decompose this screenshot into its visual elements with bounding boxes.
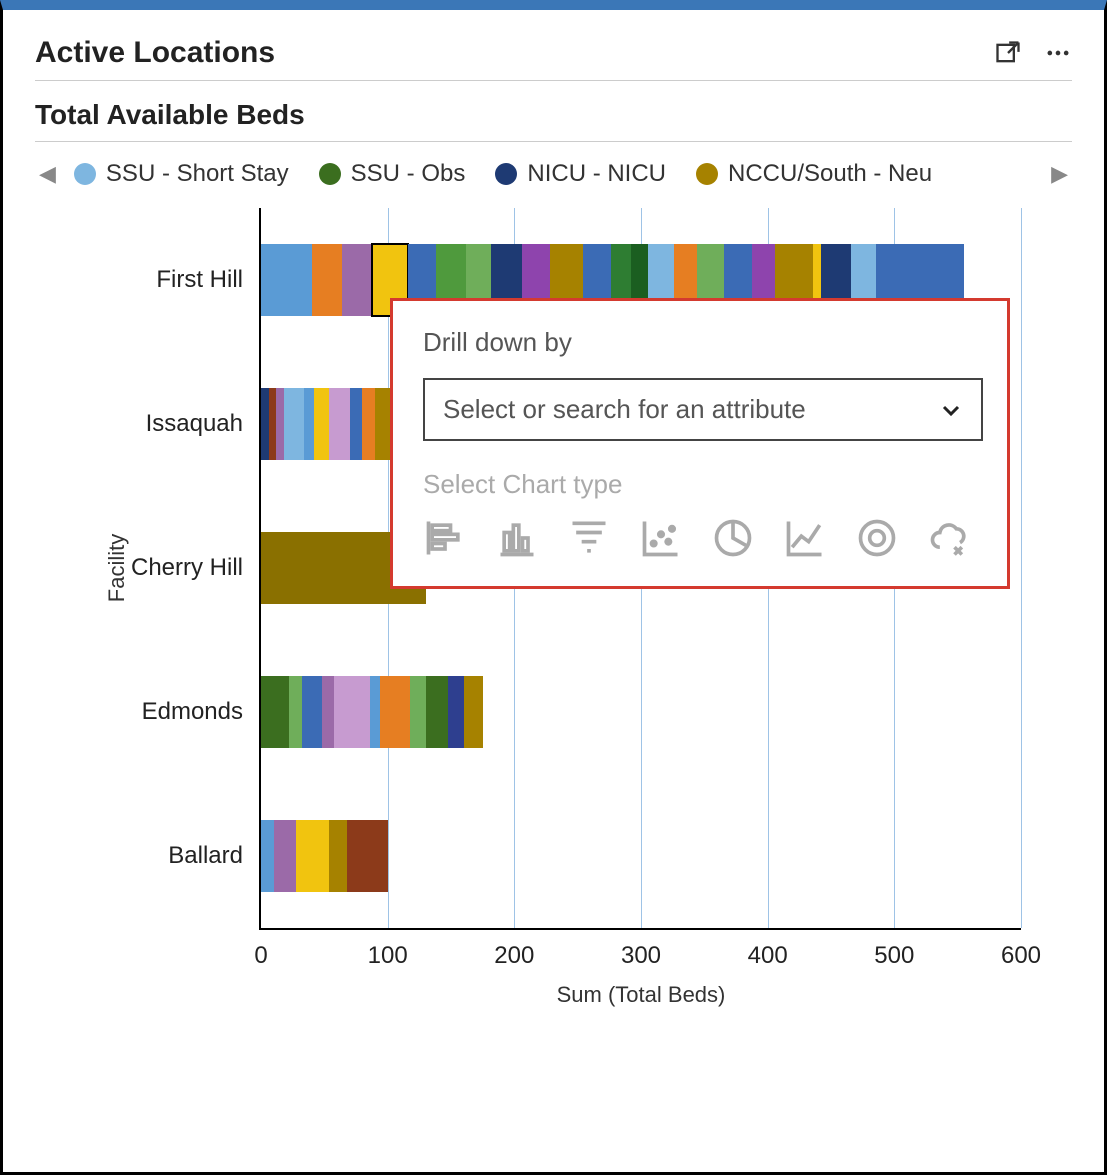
x-tick-label: 400 [748, 928, 788, 970]
pie-chart-icon[interactable] [711, 516, 755, 560]
gridline [1021, 208, 1022, 928]
bar-segment[interactable] [347, 820, 388, 892]
bar-segment[interactable] [261, 820, 274, 892]
x-axis-title: Sum (Total Beds) [557, 982, 726, 1008]
bar-segment[interactable] [296, 820, 329, 892]
bar-segment[interactable] [426, 676, 449, 748]
drill-down-popover: Drill down by Select or search for an at… [390, 298, 1010, 589]
chevron-down-icon [939, 398, 963, 422]
x-tick-label: 500 [874, 928, 914, 970]
legend-label: NICU - NICU [527, 160, 666, 188]
bar-segment[interactable] [304, 388, 314, 460]
attribute-select[interactable]: Select or search for an attribute [423, 378, 983, 441]
legend: ◀ SSU - Short Stay SSU - Obs NICU - NICU NC… [35, 150, 1072, 194]
bar-segment[interactable] [329, 388, 349, 460]
vertical-bar-chart-icon[interactable] [495, 516, 539, 560]
chart-area: Facility Sum (Total Beds) 01002003004005… [35, 208, 1072, 930]
bar-segment[interactable] [410, 676, 425, 748]
popover-title: Drill down by [423, 327, 977, 358]
bar-segment[interactable] [289, 676, 302, 748]
dashboard-card: Active Locations Total Available Beds ◀ … [0, 0, 1107, 1175]
stacked-bar[interactable] [261, 820, 388, 892]
bar-segment[interactable] [464, 676, 483, 748]
more-options-icon[interactable] [1044, 39, 1072, 67]
bar-segment[interactable] [350, 388, 363, 460]
bar-segment[interactable] [342, 244, 372, 316]
card-title: Active Locations [35, 36, 275, 70]
stacked-bar[interactable] [261, 676, 483, 748]
legend-item[interactable]: NICU - NICU [495, 160, 666, 188]
bar-segment[interactable] [302, 676, 322, 748]
line-chart-icon[interactable] [783, 516, 827, 560]
bar-segment[interactable] [261, 676, 289, 748]
y-tick-label: Cherry Hill [131, 554, 261, 582]
legend-item[interactable]: SSU - Short Stay [74, 160, 289, 188]
bar-segment[interactable] [312, 244, 342, 316]
chart-type-picker [423, 516, 977, 560]
legend-item[interactable]: NCCU/South - Neu [696, 160, 932, 188]
x-tick-label: 200 [494, 928, 534, 970]
y-tick-label: Ballard [168, 842, 261, 870]
donut-chart-icon[interactable] [855, 516, 899, 560]
legend-label: NCCU/South - Neu [728, 160, 932, 188]
bar-segment[interactable] [370, 676, 380, 748]
y-tick-label: Edmonds [142, 698, 261, 726]
card-header: Active Locations [35, 36, 1072, 81]
x-tick-label: 0 [254, 928, 267, 970]
attribute-select-placeholder: Select or search for an attribute [443, 394, 806, 425]
legend-item[interactable]: SSU - Obs [319, 160, 466, 188]
bar-segment[interactable] [284, 388, 304, 460]
y-axis-title: Facility [104, 534, 130, 602]
bar-segment[interactable] [261, 244, 312, 316]
funnel-chart-icon[interactable] [567, 516, 611, 560]
x-tick-label: 100 [368, 928, 408, 970]
bar-segment[interactable] [334, 676, 369, 748]
bar-segment[interactable] [362, 388, 375, 460]
horizontal-bar-chart-icon[interactable] [423, 516, 467, 560]
y-tick-label: Issaquah [146, 410, 261, 438]
bar-segment[interactable] [274, 820, 297, 892]
y-tick-label: First Hill [156, 266, 261, 294]
pop-out-icon[interactable] [994, 39, 1022, 67]
chart-title: Total Available Beds [35, 99, 1072, 142]
legend-label: SSU - Short Stay [106, 160, 289, 188]
bar-segment[interactable] [314, 388, 329, 460]
x-tick-label: 300 [621, 928, 661, 970]
scatter-chart-icon[interactable] [639, 516, 683, 560]
x-tick-label: 600 [1001, 928, 1041, 970]
word-cloud-chart-icon[interactable] [927, 516, 971, 560]
legend-swatch [74, 163, 96, 185]
bar-segment[interactable] [261, 388, 269, 460]
bar-segment[interactable] [322, 676, 335, 748]
bar-segment[interactable] [380, 676, 410, 748]
legend-swatch [495, 163, 517, 185]
bar-segment[interactable] [329, 820, 347, 892]
bar-segment[interactable] [276, 388, 284, 460]
legend-swatch [319, 163, 341, 185]
legend-swatch [696, 163, 718, 185]
legend-scroll-right-icon[interactable]: ▶ [1047, 161, 1072, 187]
bar-segment[interactable] [448, 676, 463, 748]
legend-scroll-left-icon[interactable]: ◀ [35, 161, 60, 187]
chart-type-label: Select Chart type [423, 469, 977, 500]
bar-segment[interactable] [269, 388, 277, 460]
legend-label: SSU - Obs [351, 160, 466, 188]
